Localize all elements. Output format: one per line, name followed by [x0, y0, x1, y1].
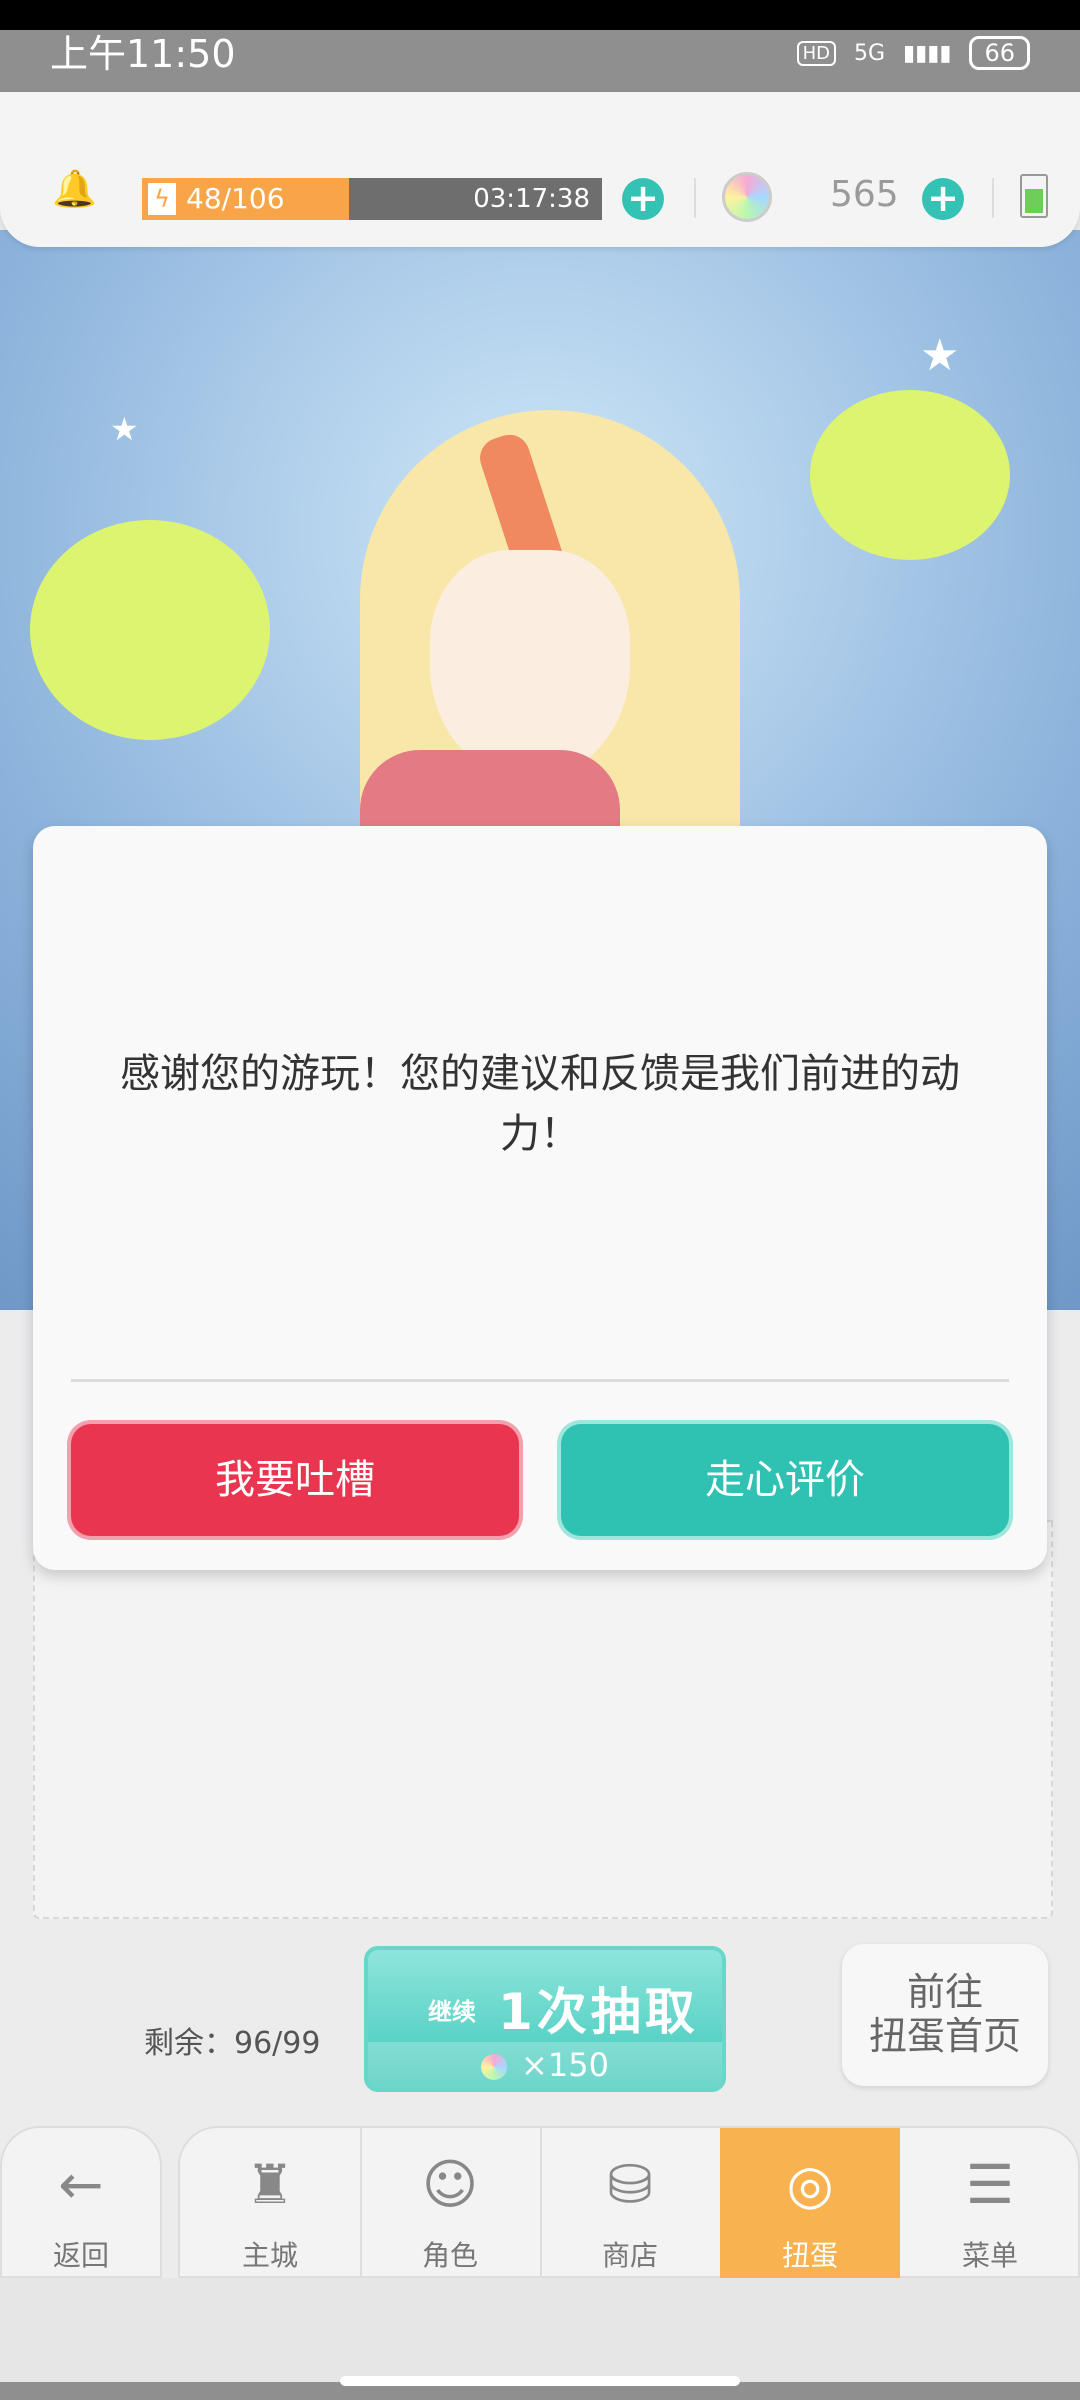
add-gems-button[interactable]: + — [922, 178, 964, 220]
add-stamina-button[interactable]: + — [622, 178, 664, 220]
rate-button[interactable]: 走心评价 — [561, 1424, 1009, 1536]
back-label: 返回 — [52, 2239, 109, 2272]
character-face — [430, 550, 630, 780]
shop-icon: ⛁ — [607, 2153, 653, 2216]
bell-icon[interactable]: 🔔 — [52, 172, 97, 208]
back-item: ← 返回 — [2, 2128, 160, 2278]
status-bar: 上午11:50 HD 5G ▮▮▮▮ 66 — [0, 0, 1080, 92]
bottom-nav: ← 返回 ♜ 主城 ☺ 角色 ⛁ 商店 ◎ 扭蛋 ☰ 菜单 — [0, 2126, 1080, 2278]
gem-icon — [722, 172, 772, 222]
home-indicator[interactable] — [340, 2376, 740, 2386]
divider — [992, 178, 994, 218]
goto-label-line1: 前往 — [906, 1970, 983, 2014]
result-panel — [33, 1520, 1053, 1919]
gem-count: 565 — [830, 174, 899, 215]
draw-once-button[interactable]: 继续 1次抽取 ×150 — [364, 1946, 726, 2092]
divider — [694, 178, 696, 218]
character-icon: ☺ — [421, 2153, 479, 2216]
stamina-bar: ϟ 48/106 03:17:38 — [142, 178, 602, 220]
dialog-divider — [71, 1379, 1009, 1382]
stamina-value: 48/106 — [186, 182, 285, 215]
hd-icon: HD — [796, 40, 836, 66]
network-label: 5G — [853, 40, 886, 66]
paint-splat — [30, 520, 270, 740]
battery-icon — [1020, 174, 1048, 218]
resource-bar: 🔔 ϟ 48/106 03:17:38 + 565 + — [0, 92, 1080, 247]
paint-splat — [810, 390, 1010, 560]
menu-icon: ☰ — [965, 2153, 1015, 2216]
draw-cost: ×150 — [368, 2042, 722, 2088]
feedback-dialog: 感谢您的游玩！您的建议和反馈是我们前进的动力！ 我要吐槽 走心评价 — [33, 826, 1047, 1570]
nav-label: 角色 — [421, 2239, 478, 2272]
signal-icon: ▮▮▮▮ — [903, 40, 952, 66]
nav-label: 菜单 — [961, 2239, 1018, 2272]
complain-button[interactable]: 我要吐槽 — [71, 1424, 519, 1536]
nav-tab-gacha[interactable]: ◎ 扭蛋 — [720, 2128, 900, 2278]
nav-tab-castle[interactable]: ♜ 主城 — [180, 2128, 360, 2278]
dialog-message: 感谢您的游玩！您的建议和反馈是我们前进的动力！ — [120, 1051, 960, 1157]
nav-tabs: ♜ 主城 ☺ 角色 ⛁ 商店 ◎ 扭蛋 ☰ 菜单 — [178, 2126, 1080, 2278]
goto-gacha-home-button[interactable]: 前往 扭蛋首页 — [842, 1944, 1048, 2086]
draw-cost-value: ×150 — [521, 2046, 609, 2084]
lightning-icon: ϟ — [148, 183, 176, 215]
status-icons: HD 5G ▮▮▮▮ 66 — [796, 36, 1030, 70]
nav-label: 商店 — [601, 2239, 658, 2272]
continue-label: 继续 — [428, 1998, 476, 2026]
nav-label: 扭蛋 — [781, 2239, 838, 2272]
castle-icon: ♜ — [245, 2153, 295, 2216]
back-arrow-icon: ← — [58, 2153, 104, 2216]
gacha-icon: ◎ — [786, 2153, 834, 2216]
nav-tab-character[interactable]: ☺ 角色 — [360, 2128, 540, 2278]
star-icon: ★ — [110, 410, 139, 448]
back-button[interactable]: ← 返回 — [0, 2126, 162, 2278]
nav-label: 主城 — [241, 2239, 298, 2272]
remaining-count: 剩余：96/99 — [144, 2026, 321, 2061]
nav-tab-shop[interactable]: ⛁ 商店 — [540, 2128, 720, 2278]
star-icon: ★ — [920, 330, 960, 381]
status-time: 上午11:50 — [50, 32, 236, 76]
nav-tab-menu[interactable]: ☰ 菜单 — [900, 2128, 1080, 2278]
goto-label-line2: 扭蛋首页 — [868, 2014, 1021, 2058]
battery-level: 66 — [969, 36, 1030, 70]
stamina-timer: 03:17:38 — [473, 184, 590, 214]
draw-label: 1次抽取 — [498, 1983, 699, 2041]
gem-icon — [481, 2054, 508, 2080]
